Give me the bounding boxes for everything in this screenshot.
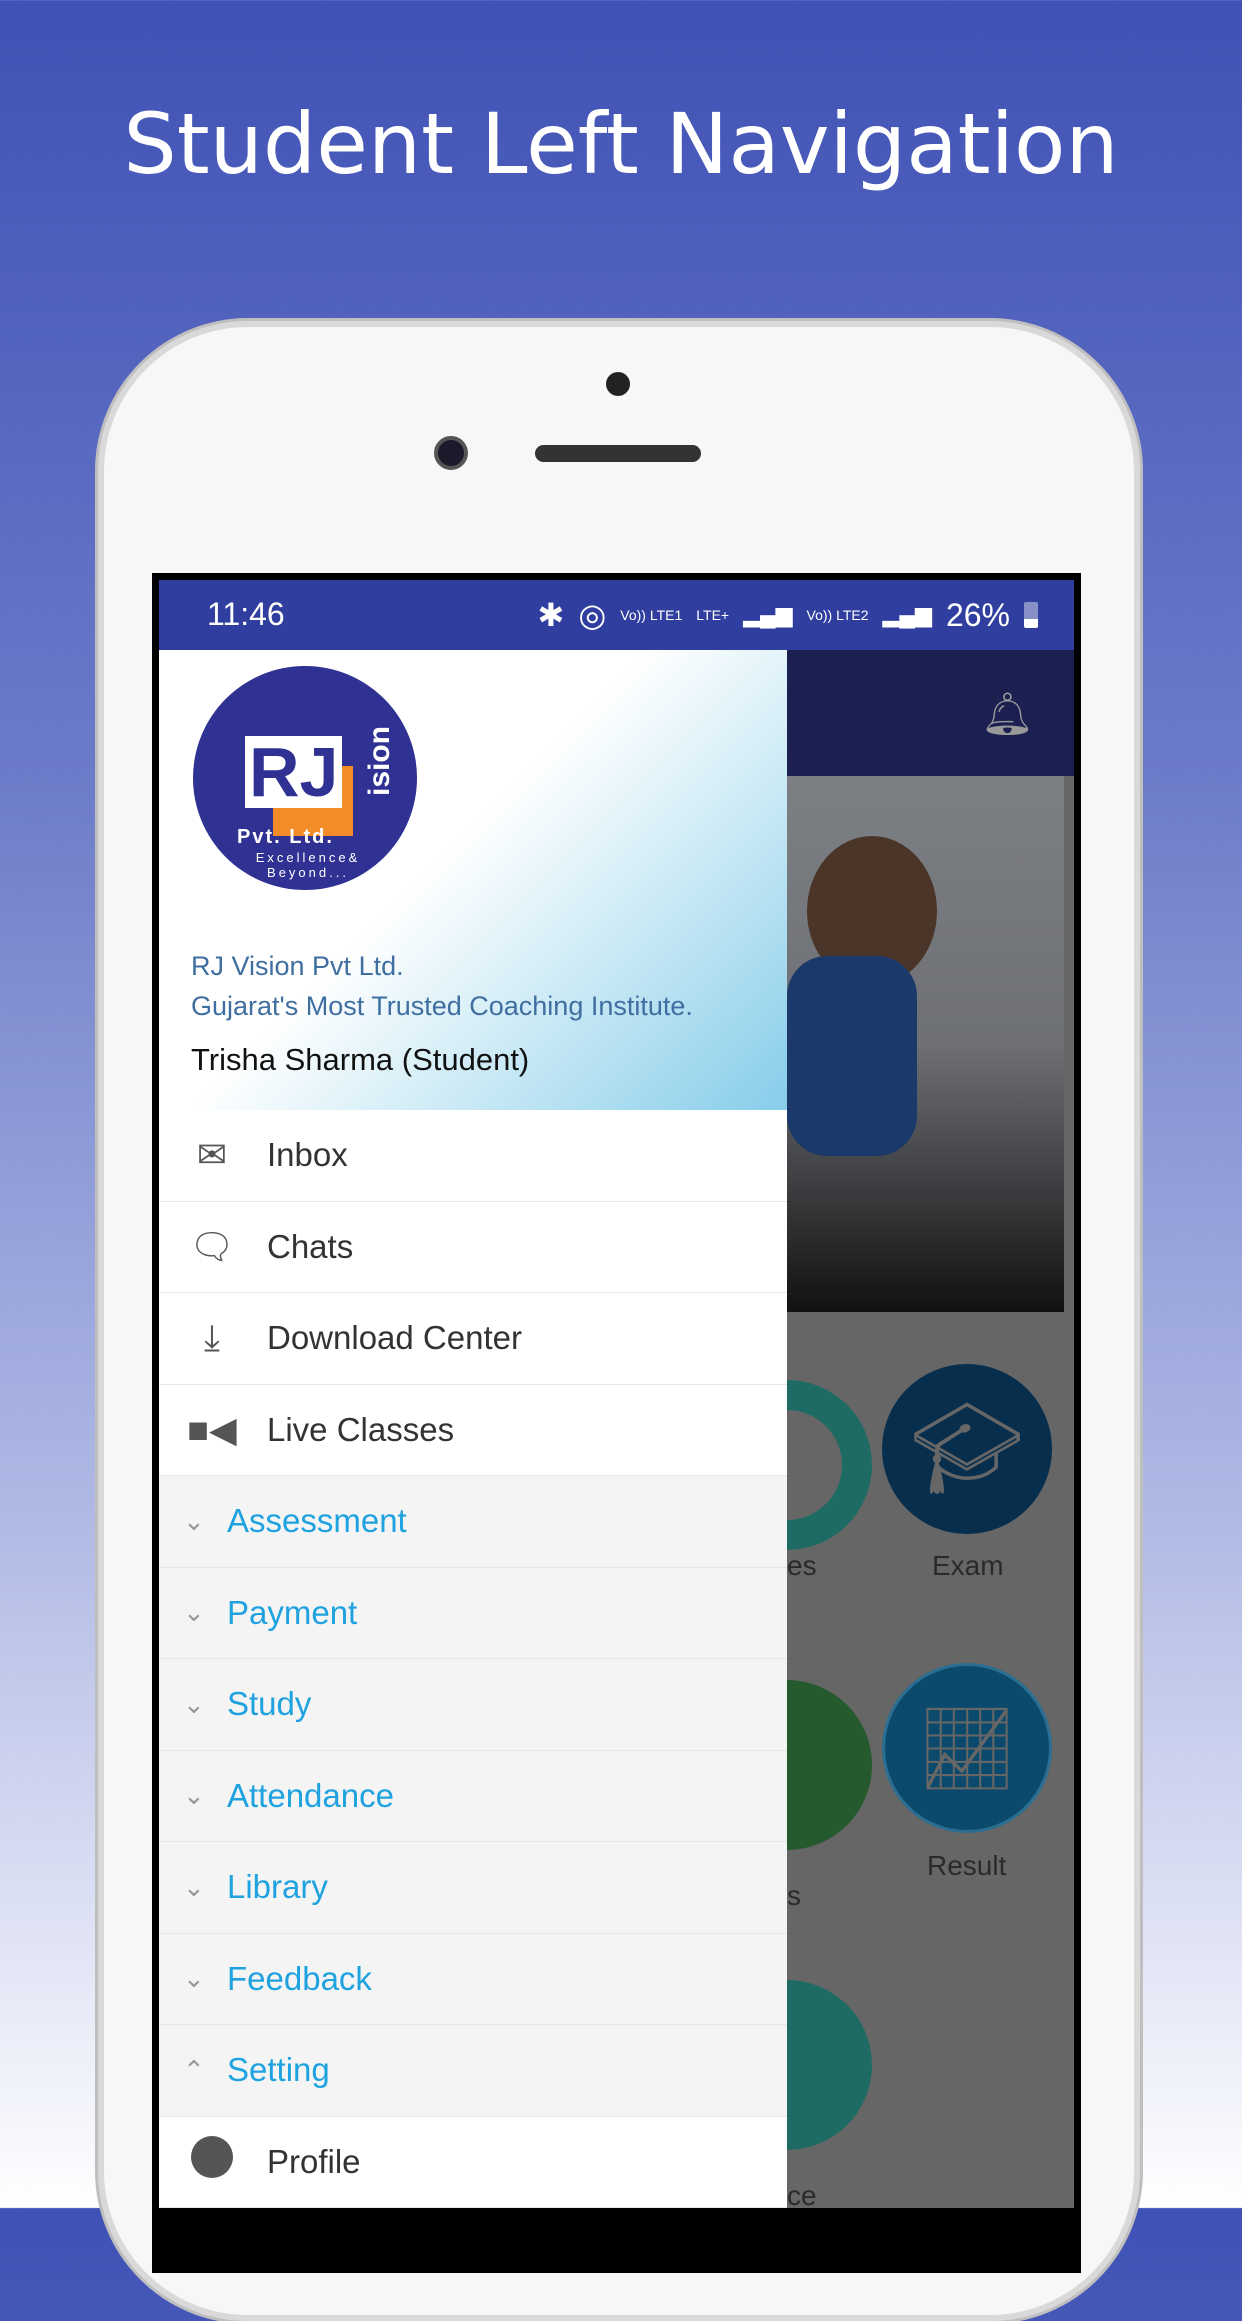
page-title: Student Left Navigation (123, 95, 1119, 193)
drawer-group-assessment[interactable]: ⌄ Assessment (159, 1476, 787, 1568)
drawer-item-chats[interactable]: 🗨︎ Chats (159, 1201, 787, 1293)
banner-kid-shirt (787, 956, 917, 1156)
bluetooth-icon: ✱ (537, 597, 565, 633)
proximity-sensor (606, 372, 630, 396)
earpiece-speaker (535, 445, 701, 462)
drawer-group-study[interactable]: ⌄ Study (159, 1659, 787, 1751)
grid-label: s (787, 1880, 801, 1911)
logo-rj: RJ (245, 736, 343, 808)
download-icon: ⤓ (204, 1316, 220, 1358)
group-label: Payment (227, 1593, 358, 1631)
group-label: Setting (227, 2051, 330, 2089)
signal-icon: ▂▄▆ (882, 602, 932, 627)
org-name: RJ Vision Pvt Ltd. (191, 951, 404, 981)
item-label: Download Center (267, 1319, 522, 1357)
group-label: Study (227, 1685, 312, 1723)
battery-percent: 26% (945, 596, 1010, 633)
org-tagline: Gujarat's Most Trusted Coaching Institut… (191, 991, 693, 1021)
drawer-header: RJ ision Pvt. Ltd. Excellence& Beyond...… (159, 650, 787, 1110)
chevron-down-icon: ⌄ (183, 1688, 205, 1719)
chevron-up-icon: ⌃ (183, 2054, 205, 2085)
lte1-label: Vo)) LTE1 (620, 607, 683, 623)
battery-icon (1024, 602, 1038, 628)
item-label: Chats (267, 1227, 354, 1265)
chevron-down-icon: ⌄ (183, 1780, 205, 1811)
item-label: Live Classes (267, 1410, 455, 1448)
logo-vision: ision (363, 726, 396, 797)
front-camera (434, 436, 468, 470)
logo-pvt: Pvt. Ltd. (237, 826, 334, 848)
lte-plus-label: LTE+ (696, 607, 730, 623)
bell-icon[interactable]: 🔔︎ (981, 690, 1034, 739)
rj-vision-logo: RJ ision Pvt. Ltd. Excellence& Beyond... (193, 666, 417, 890)
drawer-item-profile[interactable]: Profile (159, 2116, 787, 2208)
app-bar: 🔔︎ (787, 650, 1074, 776)
video-camera-icon: ■◀ (187, 1408, 237, 1450)
screen: 11:46 ✱ ◎ Vo)) LTE1 LTE+ ▂▄▆ Vo)) LTE2 ▂… (159, 580, 1074, 2208)
navigation-drawer: RJ ision Pvt. Ltd. Excellence& Beyond...… (159, 650, 787, 2208)
drawer-item-inbox[interactable]: ✉ Inbox (159, 1110, 787, 1202)
group-label: Assessment (227, 1502, 407, 1540)
mail-icon: ✉ (196, 1134, 228, 1176)
drawer-group-attendance[interactable]: ⌄ Attendance (159, 1750, 787, 1842)
item-label: Profile (267, 2142, 361, 2180)
background-app: 🔔︎ es 🎓︎ Exam s 📈︎ Result ce (702, 650, 1074, 2208)
status-bar: 11:46 ✱ ◎ Vo)) LTE1 LTE+ ▂▄▆ Vo)) LTE2 ▂… (159, 580, 1074, 650)
item-label: Inbox (267, 1136, 348, 1174)
exam-icon[interactable]: 🎓︎ (882, 1364, 1052, 1534)
status-time: 11:46 (207, 596, 285, 632)
group-label: Feedback (227, 1959, 372, 1997)
drawer-group-payment[interactable]: ⌄ Payment (159, 1567, 787, 1659)
chevron-down-icon: ⌄ (183, 1871, 205, 1902)
banner-image (787, 776, 1064, 1312)
hotspot-icon: ◎ (578, 597, 607, 633)
group-label: Library (227, 1868, 328, 1906)
chevron-down-icon: ⌄ (183, 1597, 205, 1628)
group-label: Attendance (227, 1776, 394, 1814)
result-chart-icon[interactable]: 📈︎ (882, 1663, 1052, 1833)
chevron-down-icon: ⌄ (183, 1505, 205, 1536)
grid-label-result: Result (927, 1850, 1007, 1881)
drawer-group-setting[interactable]: ⌃ Setting (159, 2025, 787, 2117)
drawer-group-library[interactable]: ⌄ Library (159, 1842, 787, 1934)
grid-label: ce (787, 2180, 817, 2208)
chevron-down-icon: ⌄ (183, 1963, 205, 1994)
signal-icon: ▂▄▆ (743, 602, 793, 627)
logo-tagline: Excellence& Beyond... (255, 850, 361, 880)
user-name: Trisha Sharma (Student) (191, 1042, 530, 1077)
drawer-item-download-center[interactable]: ⤓ Download Center (159, 1293, 787, 1385)
grid-label: es (787, 1550, 817, 1581)
drawer-item-live-classes[interactable]: ■◀ Live Classes (159, 1384, 787, 1476)
grid-label-exam: Exam (932, 1550, 1004, 1581)
account-circle-icon (159, 2136, 233, 2187)
lte2-label: Vo)) LTE2 (806, 607, 869, 623)
chat-bubble-icon: 🗨︎ (189, 1225, 235, 1267)
drawer-group-feedback[interactable]: ⌄ Feedback (159, 1933, 787, 2025)
